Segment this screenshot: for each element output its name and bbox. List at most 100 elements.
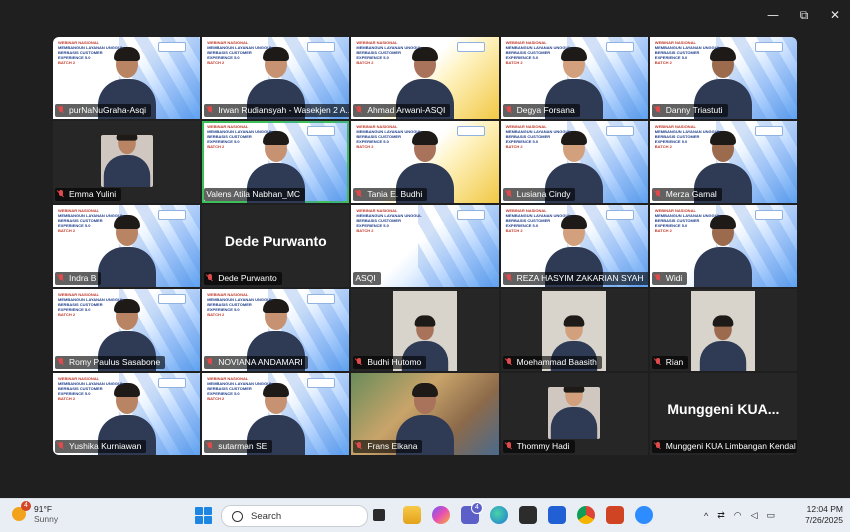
mic-muted-icon [505,274,513,283]
language-icon[interactable]: ⇄ [717,510,725,521]
participant-tile[interactable]: Rian [649,289,797,371]
participant-tile[interactable]: WEBINAR NASIONAL MEMBANGUN LAYANAN UNGGUL… [202,289,350,371]
webinar-banner-line: BATCH 2 [207,312,225,317]
close-button[interactable]: ✕ [818,0,850,30]
participant-tile[interactable]: Moehammad Baasith [500,289,648,371]
task-view-icon[interactable] [373,509,385,521]
participant-tile[interactable]: WEBINAR NASIONAL MEMBANGUN LAYANAN UNGGUL… [500,37,648,119]
webinar-banner-text: WEBINAR NASIONAL MEMBANGUN LAYANAN UNGGUL… [506,208,576,233]
participant-tile[interactable]: WEBINAR NASIONAL MEMBANGUN LAYANAN UNGGUL… [202,373,350,455]
webinar-banner-line: BERBASIS CUSTOMER EXPERIENCE 5.0 [58,218,103,228]
wifi-icon[interactable]: ◠ [734,510,742,521]
participant-name: Munggeni KUA Limbangan Kendal [665,441,796,451]
participant-tile[interactable]: WEBINAR NASIONAL MEMBANGUN LAYANAN UNGGUL… [649,121,797,203]
taskbar-search[interactable]: Search [221,505,368,527]
participant-tile[interactable]: Budhi Hutomo [351,289,499,371]
participant-tile[interactable]: WEBINAR NASIONAL MEMBANGUN LAYANAN UNGGUL… [53,37,201,119]
start-button[interactable] [195,507,212,524]
window-titlebar: — ⧉ ✕ [0,0,850,30]
participant-tile[interactable]: WEBINAR NASIONAL MEMBANGUN LAYANAN UNGGUL… [351,121,499,203]
mic-muted-icon [206,358,214,367]
event-logo [158,42,187,52]
webinar-banner-line: BATCH 2 [654,228,672,233]
participant-name-label: Indra B [55,272,102,285]
volume-icon[interactable]: ◁ [751,510,758,521]
participant-tile[interactable]: WEBINAR NASIONAL MEMBANGUN LAYANAN UNGGUL… [351,205,499,287]
participant-name-label: REZA HASYIM ZAKARIAN SYAH [502,272,648,285]
webinar-banner-text: WEBINAR NASIONAL MEMBANGUN LAYANAN UNGGUL… [207,124,277,149]
copilot-icon[interactable] [432,506,450,524]
participant-tile[interactable]: WEBINAR NASIONAL MEMBANGUN LAYANAN UNGGUL… [500,205,648,287]
zoom-icon[interactable] [635,506,653,524]
event-logo [754,42,783,52]
minimize-button[interactable]: — [756,0,790,30]
participant-name-label: Yushika Kurniawan [55,440,147,453]
webinar-banner-line: BATCH 2 [207,144,225,149]
webinar-banner-line: BATCH 2 [505,228,523,233]
webinar-banner-line: BATCH 2 [356,228,374,233]
restore-button[interactable]: ⧉ [787,0,821,30]
chevron-up-icon[interactable]: ^ [704,511,708,521]
mic-muted-icon [57,274,65,283]
participant-name-label: Irwan Rudiansyah - Wasekjen 2 A... [204,104,350,117]
clock[interactable]: 12:04 PM 7/26/2025 [795,504,843,526]
mic-muted-icon [654,190,662,199]
participant-tile[interactable]: Dede Purwanto Dede Purwanto [202,205,350,287]
mic-muted-icon [355,358,363,367]
participant-tile[interactable]: WEBINAR NASIONAL MEMBANGUN LAYANAN UNGGUL… [202,121,350,203]
participant-name: Moehammad Baasith [516,357,597,367]
webinar-banner-line: BERBASIS CUSTOMER EXPERIENCE 5.0 [654,218,700,228]
participant-tile[interactable]: Frans Elkana [351,373,499,455]
participant-name-label: Frans Elkana [353,440,423,453]
participant-tile[interactable]: WEBINAR NASIONAL MEMBANGUN LAYANAN UNGGUL… [53,205,201,287]
mic-muted-icon [505,106,513,115]
clock-time: 12:04 PM [806,504,843,514]
webinar-banner-text: WEBINAR NASIONAL MEMBANGUN LAYANAN UNGGUL… [655,40,725,65]
participant-name: sutarman SE [218,441,268,451]
mic-muted-icon [355,106,363,115]
webinar-banner-line: BERBASIS CUSTOMER EXPERIENCE 5.0 [58,302,103,312]
participant-tile[interactable]: WEBINAR NASIONAL MEMBANGUN LAYANAN UNGGUL… [649,205,797,287]
participant-name: NOVIANA ANDAMARI [218,357,303,367]
webinar-banner-text: WEBINAR NASIONAL MEMBANGUN LAYANAN UNGGUL… [506,40,576,65]
participant-tile[interactable]: WEBINAR NASIONAL MEMBANGUN LAYANAN UNGGUL… [53,289,201,371]
participant-name-label: Thommy Hadi [502,440,575,453]
participant-tile[interactable]: WEBINAR NASIONAL MEMBANGUN LAYANAN UNGGUL… [351,37,499,119]
participant-name: Yushika Kurniawan [69,441,142,451]
participant-tile[interactable]: Thommy Hadi [500,373,648,455]
powerpoint-icon[interactable] [606,506,624,524]
participant-tile[interactable]: Emma Yulini [53,121,201,203]
webinar-banner-text: WEBINAR NASIONAL MEMBANGUN LAYANAN UNGGUL… [207,40,277,65]
participant-video [550,387,598,439]
participant-display-name: Munggeni KUA... [667,401,780,417]
event-logo [158,378,187,388]
weather-widget[interactable]: 4 91°F Sunny [12,501,58,524]
participant-name-label: purNaNuGraha-Asqi [55,104,152,117]
webinar-banner-text: WEBINAR NASIONAL MEMBANGUN LAYANAN UNGGUL… [506,124,576,149]
participant-tile[interactable]: WEBINAR NASIONAL MEMBANGUN LAYANAN UNGGUL… [202,37,350,119]
search-icon [232,510,243,522]
store-icon[interactable] [519,506,537,524]
whiteboard-icon[interactable] [548,506,566,524]
webinar-banner-text: WEBINAR NASIONAL MEMBANGUN LAYANAN UNGGUL… [655,208,725,233]
edge-icon[interactable] [490,506,508,524]
webinar-banner-line: BERBASIS CUSTOMER EXPERIENCE 5.0 [356,134,401,144]
participant-tile[interactable]: WEBINAR NASIONAL MEMBANGUN LAYANAN UNGGUL… [649,37,797,119]
mic-muted-icon [654,106,662,115]
participant-tile[interactable]: Munggeni KUA... Munggeni KUA Limbangan Ke… [649,373,797,455]
temperature: 91°F [34,504,53,514]
webinar-banner-text: WEBINAR NASIONAL MEMBANGUN LAYANAN UNGGUL… [58,376,128,401]
taskbar: 4 91°F Sunny Search 4 ^ ⇄ ◠ ◁ ▭ 12:04 PM… [0,498,850,532]
webinar-banner-line: BERBASIS CUSTOMER EXPERIENCE 5.0 [356,218,401,228]
webinar-banner-text: WEBINAR NASIONAL MEMBANGUN LAYANAN UNGGUL… [356,124,426,149]
participant-tile[interactable]: WEBINAR NASIONAL MEMBANGUN LAYANAN UNGGUL… [500,121,648,203]
participant-name: Merza Gamal [665,189,717,199]
teams-icon[interactable]: 4 [461,502,483,524]
participant-video [700,314,747,371]
participant-tile[interactable]: WEBINAR NASIONAL MEMBANGUN LAYANAN UNGGUL… [53,373,201,455]
chrome-icon[interactable] [577,506,595,524]
battery-icon[interactable]: ▭ [767,510,776,521]
camera-feed [691,291,756,371]
file-explorer-icon[interactable] [403,506,421,524]
webinar-banner-text: WEBINAR NASIONAL MEMBANGUN LAYANAN UNGGUL… [58,208,128,233]
